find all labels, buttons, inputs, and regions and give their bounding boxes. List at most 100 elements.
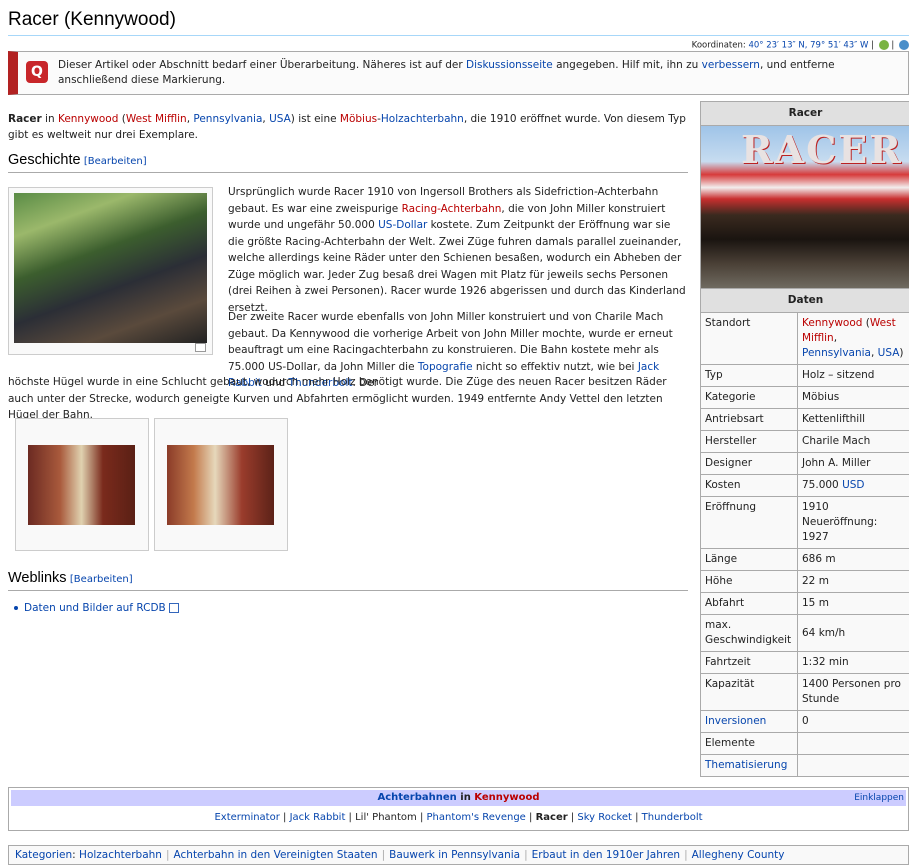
heading-weblinks-text: Weblinks — [8, 570, 67, 586]
weblink-item[interactable]: Daten und Bilder auf RCDB — [14, 602, 179, 614]
infobox-row-thematisierung: Thematisierung — [700, 754, 909, 777]
category-link[interactable]: Achterbahn in den Vereinigten Staaten — [174, 849, 378, 861]
category-link[interactable]: Erbaut in den 1910er Jahren — [532, 849, 680, 861]
standort-link-kennywood[interactable]: Kennywood — [802, 317, 862, 329]
row-value: John A. Miller — [797, 452, 909, 475]
navbox-link-kennywood[interactable]: Kennywood — [474, 792, 539, 803]
navbox-link-achterbahnen[interactable]: Achterbahnen — [377, 792, 456, 803]
link-pennsylvania[interactable]: Pennsylvania — [193, 113, 262, 125]
coords-sep: | — [871, 40, 875, 51]
gallery-photo-2[interactable] — [167, 445, 274, 525]
kosten-value: 75.000 USD — [797, 474, 909, 497]
map-icon[interactable] — [878, 40, 889, 50]
globe-icon[interactable] — [899, 40, 909, 50]
navbox-item[interactable]: Exterminator — [214, 812, 279, 823]
kosten-amount: 75.000 — [802, 479, 843, 491]
link-west-mifflin[interactable]: West Mifflin — [126, 113, 187, 125]
navbox-header: Achterbahnen in Kennywood Einklappen — [11, 790, 906, 806]
intro-open: ( — [118, 113, 126, 125]
row-value: Kettenlifthill — [797, 408, 909, 431]
external-link-icon — [168, 603, 179, 613]
row-value: 22 m — [797, 570, 909, 593]
standort-comma: , — [833, 332, 838, 344]
link-holzachterbahn[interactable]: Holzachterbahn — [381, 113, 464, 125]
magnifier-warning-icon: Q — [26, 61, 48, 83]
navbox-item[interactable]: Sky Rocket — [577, 812, 632, 823]
row-value: 1:32 min — [797, 651, 909, 674]
row-value: 1400 Personen pro Stunde — [797, 673, 909, 711]
infobox-row-inversionen: Inversionen 0 — [700, 710, 909, 733]
intro-paragraph: Racer in Kennywood (West Mifflin, Pennsy… — [8, 111, 688, 143]
row-label: Abfahrt — [700, 592, 798, 615]
link-usa[interactable]: USA — [269, 113, 291, 125]
collapse-link[interactable]: Einklappen — [854, 790, 904, 806]
notice-text-2: angegeben. Hilf mit, ihn zu — [552, 59, 702, 71]
infobox-row-standort: Standort Kennywood (West Mifflin, Pennsy… — [700, 312, 909, 365]
infobox-title: Racer — [700, 101, 909, 126]
infobox-row-eroeffnung: Eröffnung 1910 Neueröffnung: 1927 — [700, 496, 909, 549]
link-racing-achterbahn[interactable]: Racing-Achterbahn — [402, 203, 502, 215]
link-moebius[interactable]: Möbius — [340, 113, 377, 125]
heading-geschichte: Geschichte [Bearbeiten] — [8, 152, 147, 168]
heading-weblinks: Weblinks [Bearbeiten] — [8, 570, 133, 586]
notice-text: Dieser Artikel oder Abschnitt bedarf ein… — [58, 58, 900, 88]
gallery-image-2[interactable] — [154, 418, 288, 551]
infobox-image-cell: RACER — [700, 125, 909, 289]
standort-value: Kennywood (West Mifflin, Pennsylvania, U… — [797, 312, 909, 365]
infobox-row-elemente: Elemente — [700, 732, 909, 755]
navbox-item[interactable]: Phantom's Revenge — [427, 812, 526, 823]
navbox-title-in: in — [456, 792, 475, 803]
row-value: 64 km/h — [797, 614, 909, 652]
heading-geschichte-text: Geschichte — [8, 152, 81, 168]
infobox-row: max. Geschwindigkeit 64 km/h — [700, 614, 909, 652]
geschichte-paragraph-2-cont: höchste Hügel wurde in eine Schlucht geb… — [8, 376, 667, 421]
eroeffnung-value: 1910 Neueröffnung: 1927 — [797, 496, 909, 549]
row-value: 686 m — [797, 548, 909, 571]
infobox: Racer RACER Daten Standort Kennywood (We… — [700, 101, 909, 777]
category-link[interactable]: Holzachterbahn — [79, 849, 162, 861]
gallery-photo-1[interactable] — [28, 445, 135, 525]
discussion-link[interactable]: Diskussionsseite — [466, 59, 553, 71]
intro-mid: ) ist eine — [290, 113, 340, 125]
category-link[interactable]: Allegheny County — [692, 849, 785, 861]
link-topografie[interactable]: Topografie — [418, 361, 473, 373]
elemente-label: Elemente — [700, 732, 798, 755]
thematisierung-link[interactable]: Thematisierung — [700, 754, 798, 777]
page-title: Racer (Kennywood) — [8, 9, 176, 30]
row-label: Typ — [700, 364, 798, 387]
standort-link-usa[interactable]: USA — [878, 347, 900, 359]
row-label: Antriebsart — [700, 408, 798, 431]
title-divider — [8, 35, 909, 36]
heading-weblinks-rule — [8, 590, 688, 591]
edit-geschichte-link[interactable]: [Bearbeiten] — [84, 156, 147, 167]
row-label: Höhe — [700, 570, 798, 593]
category-link[interactable]: Bauwerk in Pennsylvania — [389, 849, 520, 861]
edit-weblinks-link[interactable]: [Bearbeiten] — [70, 574, 133, 585]
coords-link[interactable]: 40° 23′ 13″ N, 79° 51′ 43″ W — [748, 41, 868, 51]
row-value: 15 m — [797, 592, 909, 615]
navbox-item-current: Racer — [535, 812, 568, 823]
racer-sign: RACER — [741, 127, 903, 172]
intro-bold: Racer — [8, 113, 42, 125]
usd-link[interactable]: USD — [842, 479, 864, 491]
navbox-item[interactable]: Jack Rabbit — [290, 812, 346, 823]
inversionen-link[interactable]: Inversionen — [700, 710, 798, 733]
standort-link-pennsylvania[interactable]: Pennsylvania — [802, 347, 871, 359]
navbox-item[interactable]: Thunderbolt — [642, 812, 703, 823]
improve-link[interactable]: verbessern — [702, 59, 760, 71]
categories-link[interactable]: Kategorien — [15, 849, 72, 861]
p2-b: nicht so effektiv nutzt, wie bei — [472, 360, 638, 373]
enlarge-icon[interactable] — [195, 343, 206, 352]
coords-sep-2: | — [891, 40, 895, 51]
thumbnail-riders[interactable] — [8, 187, 213, 355]
racer-photo[interactable]: RACER — [701, 126, 909, 288]
infobox-row: Länge 686 m — [700, 548, 909, 571]
riders-photo[interactable] — [14, 193, 207, 343]
row-label: Hersteller — [700, 430, 798, 453]
rcdb-link[interactable]: Daten und Bilder auf RCDB — [24, 602, 166, 614]
link-kennywood[interactable]: Kennywood — [58, 113, 118, 125]
kosten-label: Kosten — [700, 474, 798, 497]
link-us-dollar[interactable]: US-Dollar — [378, 219, 427, 231]
gallery-image-1[interactable] — [15, 418, 149, 551]
coords-label: Koordinaten: — [691, 40, 746, 51]
